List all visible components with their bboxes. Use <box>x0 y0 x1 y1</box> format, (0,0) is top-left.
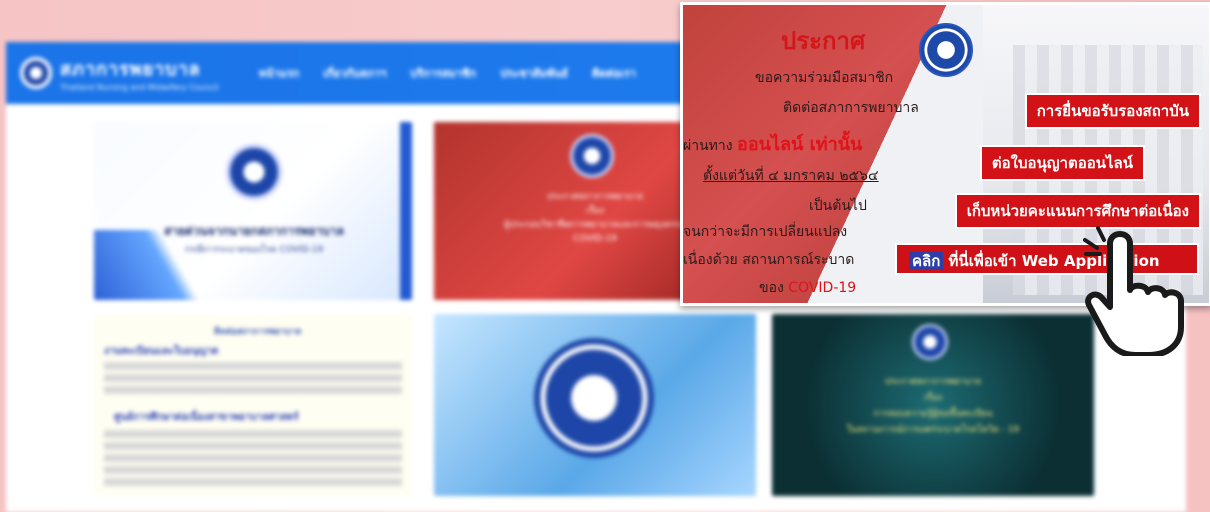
tile-title: สายด่วนจากนายกสภาการพยาบาล <box>164 224 344 238</box>
tile-row <box>104 374 402 382</box>
brand-subtitle: Thailand Nursing and Midwifery Council <box>60 83 219 92</box>
council-seal-icon <box>570 134 614 178</box>
tile-row <box>104 386 402 394</box>
nav-item-services[interactable]: บริการสมาชิก <box>410 64 476 82</box>
tile-row <box>104 442 402 450</box>
nav-item-about[interactable]: เกี่ยวกับสภาฯ <box>323 64 386 82</box>
nav-item-home[interactable]: หน้าแรก <box>259 64 300 82</box>
announcement-line: เป็นต้นไป <box>809 198 867 214</box>
tile-heading: ติดต่อสภาการพยาบาล <box>214 327 302 337</box>
hand-pointer-icon <box>1083 226 1184 356</box>
council-logo-icon <box>20 57 52 89</box>
online-only-highlight: ออนไลน์ เท่านั้น <box>737 134 863 155</box>
announcement-line: เนื่องด้วย สถานการณ์ระบาด <box>683 252 855 268</box>
tile-line: ในสถานการณ์การแพร่ระบาดโรคโควิด - 19 <box>846 425 1020 435</box>
tile-row <box>104 478 402 486</box>
tile-section-title: งานทะเบียนและใบอนุญาต <box>104 346 219 357</box>
tile-announcement-dark[interactable]: ประกาศสภาการพยาบาล เรื่อง การสอบความรู้ผ… <box>772 314 1094 496</box>
tile-accent-bar <box>400 122 412 300</box>
license-renewal-button[interactable]: ต่อใบอนุญาตออนไลน์ <box>979 145 1145 181</box>
council-seal-icon <box>226 144 282 200</box>
council-seal-icon <box>534 338 654 458</box>
tile-row <box>104 430 402 438</box>
announcement-line: ติดต่อสภาการพยาบาล <box>783 100 919 116</box>
announcement-line: ผ่านทาง ออนไลน์ เท่านั้น <box>683 129 862 158</box>
tile-line: เรื่อง <box>924 393 942 403</box>
line-prefix: ผ่านทาง <box>683 138 733 154</box>
tile-subtitle: กรณีการระบาดของโรค COVID-19 <box>184 245 324 255</box>
site-brand[interactable]: สภาการพยาบาล Thailand Nursing and Midwif… <box>20 54 219 92</box>
council-seal-icon <box>919 23 973 77</box>
tile-line: ประกาศสภาการพยาบาล <box>885 377 981 387</box>
tile-section-title: ศูนย์การศึกษาต่อเนื่องสาขาพยาบาลศาสตร์ <box>114 412 299 423</box>
announcement-date: ตั้งแต่วันที่ ๔ มกราคม ๒๕๖๔ <box>703 168 879 184</box>
institution-accreditation-button[interactable]: การยื่นขอรับรองสถาบัน <box>1024 93 1201 129</box>
council-seal-icon <box>912 324 948 360</box>
continuing-education-button[interactable]: เก็บหน่วยคะแนนการศึกษาต่อเนื่อง <box>954 193 1201 229</box>
covid-highlight: COVID-19 <box>788 280 857 296</box>
click-label: คลิก <box>909 252 944 270</box>
tile-covid-hotline[interactable]: สายด่วนจากนายกสภาการพยาบาล กรณีการระบาดข… <box>94 122 412 300</box>
tile-text: ประกาศสภาการพยาบาล เรื่อง การสอบความรู้ผ… <box>792 374 1074 438</box>
tile-contact-info[interactable]: ติดต่อสภาการพยาบาล งานทะเบียนและใบอนุญาต… <box>94 314 412 496</box>
brand-title: สภาการพยาบาล <box>60 59 201 80</box>
nav-menu: หน้าแรก เกี่ยวกับสภาฯ บริการสมาชิก ประชา… <box>247 64 648 82</box>
nav-item-contact[interactable]: ติดต่อเรา <box>592 64 636 82</box>
tile-row <box>104 362 402 370</box>
nav-item-news[interactable]: ประชาสัมพันธ์ <box>500 64 568 82</box>
line-prefix: ของ <box>759 280 784 296</box>
tile-row <box>104 466 402 474</box>
tile-line: การสอบความรู้ผู้ขอขึ้นทะเบียน <box>873 409 993 419</box>
announcement-line: ของ COVID-19 <box>759 277 856 299</box>
tile-row <box>104 454 402 462</box>
announcement-line: จนกว่าจะมีการเปลี่ยนแปลง <box>683 224 848 240</box>
announcement-line: ขอความร่วมมือสมาชิก <box>755 70 894 86</box>
tile-logo[interactable] <box>434 314 756 496</box>
announcement-title: ประกาศ <box>781 27 866 55</box>
